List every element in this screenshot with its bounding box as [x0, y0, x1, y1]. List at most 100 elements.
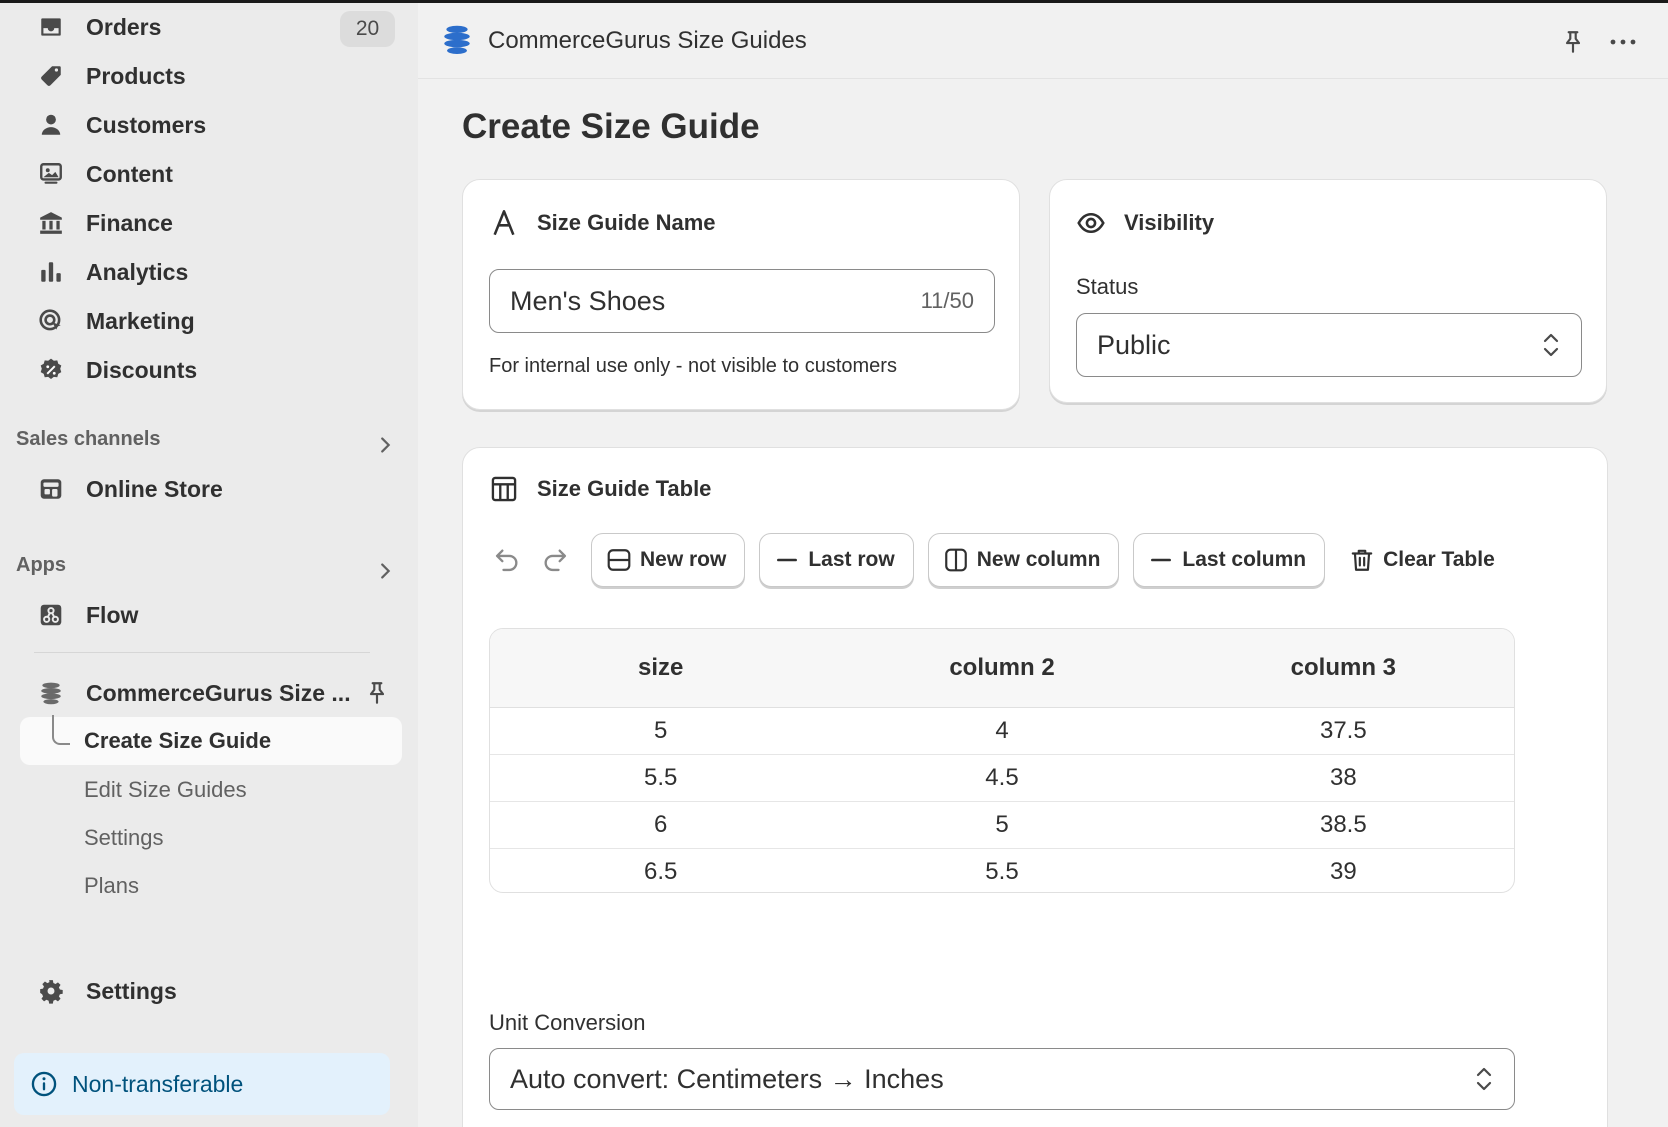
card-heading: Size Guide Name: [489, 208, 716, 238]
column-header[interactable]: column 3: [1172, 629, 1514, 708]
minus-icon: [1151, 558, 1172, 562]
bar-chart-icon: [36, 257, 66, 287]
apps-heading: Apps: [16, 554, 66, 576]
table-cell[interactable]: 38.5: [1172, 801, 1514, 849]
sidebar-subitem-create-size-guide[interactable]: Create Size Guide: [84, 728, 271, 754]
sidebar-item-label: Online Store: [86, 475, 223, 502]
sidebar-item-content[interactable]: Content: [36, 154, 173, 194]
bank-icon: [36, 208, 66, 238]
new-column-button[interactable]: New column: [927, 533, 1120, 587]
size-guide-name-value: Men's Shoes: [510, 285, 666, 316]
column-insert-icon: [944, 548, 967, 572]
app-logo-icon: [444, 25, 470, 55]
table-cell[interactable]: 6: [490, 801, 832, 849]
table-cell[interactable]: 5.5: [831, 848, 1172, 892]
character-counter: 11/50: [920, 288, 974, 313]
table-cell[interactable]: 37.5: [1172, 707, 1514, 755]
sidebar-item-customers[interactable]: Customers: [36, 105, 206, 145]
undo-icon[interactable]: [489, 542, 525, 578]
info-icon: [31, 1071, 57, 1097]
size-guide-table: size column 2 column 3 5 4 37.5 5.5 4.5 …: [489, 628, 1515, 893]
sidebar-subitem-plans[interactable]: Plans: [84, 873, 139, 899]
table-cell[interactable]: 4.5: [831, 754, 1173, 802]
table-cell[interactable]: 5: [831, 801, 1173, 849]
table-cell[interactable]: 38: [1172, 754, 1514, 802]
table-cell[interactable]: 6.5: [490, 848, 831, 892]
sidebar-item-label: Marketing: [86, 307, 195, 334]
sales-channels-heading: Sales channels: [16, 428, 161, 450]
table-row: 5 4 37.5: [490, 707, 1514, 755]
row-insert-icon: [607, 549, 631, 571]
size-guide-name-card: Size Guide Name Men's Shoes 11/50 For in…: [462, 179, 1020, 410]
delete-last-row-button[interactable]: Last row: [759, 533, 914, 587]
sidebar-item-flow[interactable]: Flow: [36, 595, 138, 635]
table-cell[interactable]: 39: [1173, 848, 1514, 892]
column-header[interactable]: size: [490, 629, 832, 708]
table-cell[interactable]: 5: [490, 707, 832, 755]
sidebar-item-label: Discounts: [86, 356, 198, 383]
sidebar-item-orders[interactable]: Orders: [36, 7, 161, 47]
table-toolbar: New row Last row New column Last column …: [489, 532, 1527, 588]
table-cell[interactable]: 5.5: [490, 754, 832, 802]
new-row-button[interactable]: New row: [591, 533, 746, 587]
app-header: CommerceGurus Size Guides: [418, 3, 1668, 79]
sidebar-item-label: CommerceGurus Size ...: [86, 679, 351, 706]
status-value: Public: [1097, 329, 1171, 360]
card-heading-label: Visibility: [1124, 210, 1215, 235]
sidebar-item-label: Finance: [86, 209, 173, 236]
page-title: Create Size Guide: [462, 107, 760, 146]
select-arrows-icon: [1543, 333, 1559, 357]
status-select[interactable]: Public: [1076, 313, 1582, 377]
table-header-row: size column 2 column 3: [490, 629, 1514, 708]
sidebar-item-label: Products: [86, 62, 186, 89]
sidebar-item-finance[interactable]: Finance: [36, 203, 173, 243]
sidebar-item-label: Settings: [86, 977, 177, 1004]
new-row-label: New row: [640, 548, 727, 571]
card-heading-label: Size Guide Name: [537, 210, 716, 235]
inbox-icon: [36, 12, 66, 42]
pin-icon[interactable]: [1560, 29, 1586, 55]
sidebar-item-marketing[interactable]: Marketing: [36, 301, 195, 341]
sidebar-item-online-store[interactable]: Online Store: [36, 469, 223, 509]
sidebar-item-commercegurus[interactable]: CommerceGurus Size ...: [36, 673, 351, 713]
sidebar-item-label: Content: [86, 160, 173, 187]
sidebar-item-products[interactable]: Products: [36, 56, 186, 96]
table-icon: [489, 474, 519, 504]
sidebar: Orders 20 Products Customers Content Fin…: [0, 3, 418, 1127]
visibility-card: Visibility Status Public: [1049, 179, 1607, 403]
app-title: CommerceGurus Size Guides: [488, 27, 807, 54]
clear-table-label: Clear Table: [1383, 548, 1495, 571]
sidebar-divider: [34, 652, 370, 653]
pin-icon[interactable]: [364, 680, 390, 706]
delete-last-column-button[interactable]: Last column: [1133, 533, 1326, 587]
column-header[interactable]: column 2: [831, 629, 1173, 708]
sidebar-subitem-edit-size-guides[interactable]: Edit Size Guides: [84, 777, 247, 803]
chevron-right-icon[interactable]: [374, 560, 396, 582]
clear-table-button[interactable]: Clear Table: [1339, 533, 1513, 587]
unit-conversion-label: Unit Conversion: [489, 1010, 646, 1035]
trash-icon: [1351, 549, 1373, 571]
size-guide-table-card: Size Guide Table New row Last row New co…: [462, 447, 1608, 1127]
size-guide-name-input[interactable]: Men's Shoes 11/50: [489, 269, 995, 333]
redo-icon[interactable]: [537, 542, 573, 578]
unit-conversion-select[interactable]: Auto convert: Centimeters → Inches: [489, 1048, 1515, 1110]
sidebar-item-discounts[interactable]: Discounts: [36, 350, 197, 390]
unit-conversion-value: Auto convert: Centimeters → Inches: [510, 1063, 944, 1094]
target-icon: [36, 306, 66, 336]
card-heading-label: Size Guide Table: [537, 476, 712, 501]
orders-count-badge: 20: [340, 11, 395, 47]
person-icon: [36, 110, 66, 140]
last-column-label: Last column: [1182, 548, 1307, 571]
more-options-icon[interactable]: [1608, 29, 1638, 55]
tag-icon: [36, 61, 66, 91]
sidebar-item-settings[interactable]: Settings: [36, 971, 177, 1011]
flow-icon: [36, 600, 66, 630]
main-content: CommerceGurus Size Guides Create Size Gu…: [418, 3, 1668, 1127]
table-cell[interactable]: 4: [831, 707, 1173, 755]
sidebar-item-analytics[interactable]: Analytics: [36, 252, 188, 292]
sidebar-subitem-settings[interactable]: Settings: [84, 825, 164, 851]
table-row: 6.5 5.5 39: [490, 848, 1514, 892]
chevron-right-icon[interactable]: [374, 434, 396, 456]
text-format-icon: [489, 208, 519, 238]
non-transferable-banner[interactable]: Non-transferable: [14, 1053, 390, 1115]
